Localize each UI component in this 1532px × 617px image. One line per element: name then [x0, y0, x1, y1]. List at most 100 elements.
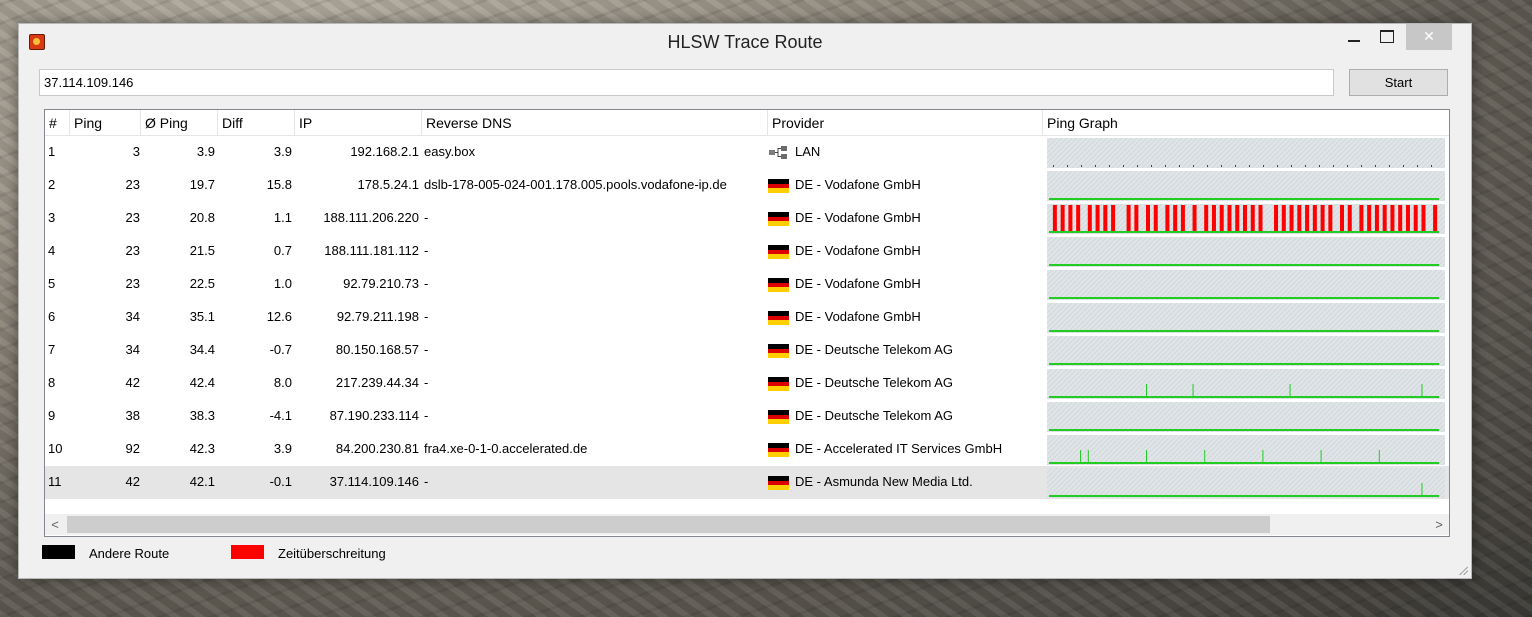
column-header-reverse-dns[interactable]: Reverse DNS [422, 110, 768, 135]
hop-number: 2 [48, 177, 56, 192]
diff-value: 1.0 [273, 276, 292, 291]
column-header-number[interactable]: # [45, 110, 70, 135]
table-row[interactable]: 11 42 42.1 -0.1 37.114.109.146- DE - Asmunda … [45, 466, 1449, 499]
column-header-avg-ping[interactable]: Ø Ping [141, 110, 218, 135]
germany-flag-icon [768, 344, 789, 358]
table-row[interactable]: 1 3 3.9 3.9 192.168.2.1 easy.box LAN [45, 136, 1449, 169]
diff-value: -0.1 [269, 474, 292, 489]
ping-value: 42 [125, 474, 140, 489]
lan-icon [769, 146, 787, 159]
timeout-bar [1095, 205, 1100, 231]
ping-spike [1080, 450, 1082, 462]
timeout-bar [1367, 205, 1372, 231]
timeout-bar [1320, 205, 1325, 231]
ping-sample [1151, 165, 1152, 167]
diff-value: -4.1 [269, 408, 292, 423]
provider-name: DE - Deutsche Telekom AG [795, 408, 953, 423]
ping-sample [1249, 165, 1250, 167]
hop-number: 3 [48, 210, 56, 225]
reverse-dns: dslb-178-005-024-001.178.005.pools.vodaf… [424, 177, 727, 192]
ping-spike [1262, 450, 1264, 462]
avg-ping-value: 42.1 [189, 474, 215, 489]
column-header-provider[interactable]: Provider [768, 110, 1043, 135]
table-row[interactable]: 9 38 38.3 -4.1 87.190.233.114- DE - Deutsche … [45, 400, 1449, 433]
trace-results-list[interactable]: # Ping Ø Ping Diff IP Reverse DNS Provid… [44, 109, 1450, 537]
maximize-button[interactable] [1370, 24, 1402, 50]
target-address-input[interactable] [39, 69, 1334, 96]
table-row[interactable]: 8 42 42.4 8.0 217.239.44.34- DE - Deutsche Te… [45, 367, 1449, 400]
ping-sample [1165, 165, 1166, 167]
ping-sample [1067, 165, 1068, 167]
timeout-bar [1165, 205, 1170, 231]
legend-label-other-route: Andere Route [89, 546, 170, 561]
ping-spike [1320, 450, 1322, 462]
ping-baseline [1049, 495, 1439, 497]
timeout-bar [1103, 205, 1108, 231]
scroll-left-arrow[interactable]: < [45, 514, 65, 535]
timeout-bar [1297, 205, 1302, 231]
reverse-dns: - [424, 375, 429, 390]
hop-number: 8 [48, 375, 56, 390]
diff-value: 3.9 [273, 144, 292, 159]
table-row[interactable]: 10 92 42.3 3.9 84.200.230.81 fra4.xe-0-1-0.ac… [45, 433, 1449, 466]
hop-number: 11 [48, 474, 62, 489]
close-button[interactable]: ✕ [1406, 24, 1452, 50]
avg-ping-value: 38.3 [189, 408, 215, 423]
germany-flag-icon [768, 443, 789, 457]
ping-sample [1263, 165, 1264, 167]
ping-value: 23 [125, 276, 140, 291]
start-button[interactable]: Start [1349, 69, 1448, 96]
provider-name: DE - Vodafone GmbH [795, 243, 921, 258]
ping-spike [1421, 384, 1423, 396]
table-row[interactable]: 5 23 22.5 1.0 92.79.210.73- DE - Vodafone Gmb… [45, 268, 1449, 301]
table-row[interactable]: 7 34 34.4 -0.7 80.150.168.57- DE - Deutsche T… [45, 334, 1449, 367]
title-bar[interactable]: HLSW Trace Route ✕ [19, 24, 1471, 59]
germany-flag-icon [768, 311, 789, 325]
ping-baseline [1049, 429, 1439, 431]
ping-graph [1047, 204, 1445, 234]
horizontal-scrollbar[interactable]: < > [45, 514, 1449, 535]
provider-name: DE - Asmunda New Media Ltd. [795, 474, 973, 489]
diff-value: 3.9 [273, 441, 292, 456]
timeout-bar [1111, 205, 1116, 231]
timeout-bar [1421, 205, 1426, 231]
timeout-bar [1390, 205, 1395, 231]
hop-number: 9 [48, 408, 56, 423]
timeout-bar [1180, 205, 1185, 231]
legend-swatch-other-route [42, 545, 75, 559]
timeout-bar [1219, 205, 1224, 231]
diff-value: 0.7 [273, 243, 292, 258]
timeout-bar [1305, 205, 1310, 231]
minimize-button[interactable] [1338, 24, 1370, 50]
ip-address: 188.111.206.220 [323, 210, 419, 225]
timeout-bar [1146, 205, 1150, 231]
ping-value: 42 [125, 375, 140, 390]
scroll-right-arrow[interactable]: > [1429, 514, 1449, 535]
resize-grip[interactable] [1458, 565, 1468, 575]
ping-baseline [1049, 330, 1439, 332]
table-row[interactable]: 6 34 35.1 12.6 92.79.211.198- DE - Vodafone G… [45, 301, 1449, 334]
column-header-ping-graph[interactable]: Ping Graph [1043, 110, 1449, 135]
table-row[interactable]: 2 23 19.7 15.8 178.5.24.1 dslb-178-005-024-00… [45, 169, 1449, 202]
timeout-bar [1382, 205, 1387, 231]
avg-ping-value: 42.3 [189, 441, 215, 456]
ping-baseline [1049, 198, 1439, 200]
reverse-dns: - [424, 408, 429, 423]
provider-name: DE - Vodafone GmbH [795, 210, 921, 225]
ping-sample [1081, 165, 1082, 167]
table-row[interactable]: 4 23 21.5 0.7 188.111.181.112- DE - Vodafone … [45, 235, 1449, 268]
column-header-ping[interactable]: Ping [70, 110, 141, 135]
window-title: HLSW Trace Route [667, 32, 823, 52]
table-row[interactable]: 3 23 20.8 1.1 188.111.206.220- DE - Vodafone … [45, 202, 1449, 235]
ip-address: 87.190.233.114 [329, 408, 419, 423]
ping-value: 23 [125, 243, 140, 258]
ping-sample [1431, 165, 1432, 167]
column-header-diff[interactable]: Diff [218, 110, 295, 135]
germany-flag-icon [768, 212, 789, 226]
scroll-thumb[interactable] [67, 516, 1270, 533]
column-header-ip[interactable]: IP [295, 110, 422, 135]
timeout-bar [1398, 205, 1403, 231]
ping-sample [1389, 165, 1390, 167]
ping-sample [1375, 165, 1376, 167]
avg-ping-value: 19.7 [189, 177, 215, 192]
